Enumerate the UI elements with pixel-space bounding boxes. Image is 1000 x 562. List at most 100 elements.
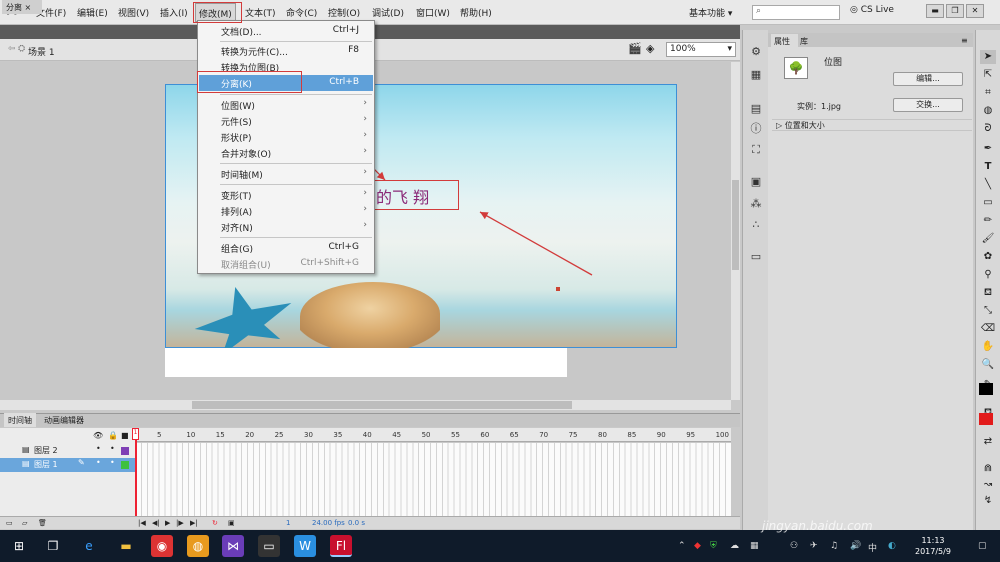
rectangle-tool-icon[interactable]: ▭ (980, 196, 996, 210)
back-arrow-icon[interactable]: ⇦ (8, 44, 16, 54)
subselection-tool-icon[interactable]: ⇱ (980, 68, 996, 82)
tab-motion-editor[interactable]: 动画编辑器 (44, 415, 84, 426)
layer-color-swatch[interactable] (121, 461, 129, 469)
edit-scene-icon[interactable]: 🎬 (628, 42, 642, 55)
pen-tool-icon[interactable]: ✒ (980, 142, 996, 156)
menu-commands[interactable]: 命令(C) (286, 6, 317, 20)
pencil-tool-icon[interactable]: ✏ (980, 214, 996, 228)
go-first-frame-icon[interactable]: |◀ (138, 519, 146, 527)
onion-skin-icon[interactable]: ▣ (228, 519, 235, 527)
help-search-input[interactable]: ⌕ (752, 5, 840, 20)
security-icon[interactable]: ⛨ (710, 541, 717, 551)
swap-button[interactable]: 交换... (893, 98, 963, 112)
info-panel-icon[interactable]: ⓘ (749, 122, 763, 136)
library-panel-icon[interactable]: ▦ (749, 68, 763, 82)
delete-layer-icon[interactable]: 🗑 (38, 519, 47, 527)
scrollbar-thumb[interactable] (192, 401, 572, 409)
notification-icon[interactable]: ▢ (978, 541, 987, 551)
menu-view[interactable]: 视图(V) (118, 6, 149, 20)
menu-debug[interactable]: 调试(D) (372, 6, 404, 20)
flash-taskbar-icon[interactable]: Fl (330, 535, 352, 557)
menu-insert[interactable]: 插入(I) (160, 6, 188, 20)
swap-colors-icon[interactable]: ⇄ (980, 435, 996, 449)
tray-icon-7[interactable]: ♫ (830, 541, 838, 551)
snap-to-objects-icon[interactable]: ⋒ (980, 462, 996, 476)
menu-item-convert-to-symbol[interactable]: 转换为元件(C)... F8 (199, 43, 373, 59)
menu-item-document[interactable]: 文档(D)... Ctrl+J (199, 23, 373, 39)
step-forward-icon[interactable]: |▶ (176, 519, 184, 527)
restore-button[interactable]: ❐ (946, 4, 964, 18)
new-folder-icon[interactable]: ▱ (22, 519, 27, 527)
cs-live-button[interactable]: ◎ CS Live (850, 5, 894, 15)
file-explorer-icon[interactable]: ▬ (115, 535, 137, 557)
visibility-dot[interactable]: • (96, 458, 101, 467)
brush-tool-icon[interactable]: 🖌 (980, 232, 996, 246)
system-clock[interactable]: 11:13 2017/5/9 (915, 535, 951, 557)
menu-item-shape[interactable]: 形状(P) › (199, 129, 373, 145)
zoom-tool-icon[interactable]: 🔍 (980, 358, 996, 372)
volume-icon[interactable]: 🔊 (850, 541, 861, 551)
menu-item-combine-objects[interactable]: 合并对象(O) › (199, 145, 373, 161)
straighten-icon[interactable]: ↯ (980, 494, 996, 508)
bone-tool-icon[interactable]: ⚲ (980, 268, 996, 282)
components-panel-icon[interactable]: ⁂ (749, 197, 763, 211)
wps-icon[interactable]: W (294, 535, 316, 557)
visual-studio-icon[interactable]: ⋈ (222, 535, 244, 557)
menu-control[interactable]: 控制(O) (328, 6, 360, 20)
code-snippets-icon[interactable]: ▣ (749, 175, 763, 189)
chrome-icon[interactable]: ◍ (187, 535, 209, 557)
text-tool-icon[interactable]: T (980, 160, 996, 174)
layer-row[interactable]: ▤ 图层 2 • • (0, 444, 135, 458)
line-tool-icon[interactable]: ╲ (980, 178, 996, 192)
ime-indicator[interactable]: 中 (868, 541, 877, 554)
windows-start-icon[interactable]: ⊞ (8, 535, 30, 557)
document-tab[interactable]: 分离 × (2, 0, 42, 14)
edge-browser-icon[interactable]: e (78, 535, 100, 557)
position-size-section[interactable]: ▷ 位置和大小 (772, 119, 972, 131)
menu-help[interactable]: 帮助(H) (460, 6, 492, 20)
tab-timeline[interactable]: 时间轴 (4, 413, 36, 427)
history-panel-icon[interactable]: ▭ (749, 250, 763, 264)
tray-icon-4[interactable]: ▦ (750, 541, 759, 551)
edit-button[interactable]: 编辑... (893, 72, 963, 86)
selection-tool-icon[interactable]: ➤ (980, 50, 996, 64)
deco-tool-icon[interactable]: ✿ (980, 250, 996, 264)
paint-bucket-tool-icon[interactable]: ⛾ (980, 286, 996, 300)
menu-item-align[interactable]: 对齐(N) › (199, 219, 373, 235)
menu-text[interactable]: 文本(T) (245, 6, 276, 20)
transform-panel-icon[interactable]: ⛶ (749, 143, 763, 157)
tray-app-icon[interactable]: ◆ (694, 541, 701, 551)
minimize-button[interactable]: ▬ (926, 4, 944, 18)
tray-icon-5[interactable]: ⚇ (790, 541, 798, 551)
workspace-switcher[interactable]: 基本功能 ▾ (689, 6, 732, 19)
play-icon[interactable]: ▶ (165, 519, 170, 527)
eraser-tool-icon[interactable]: ⌫ (980, 322, 996, 336)
menu-item-group[interactable]: 组合(G) Ctrl+G (199, 240, 373, 256)
layer-row[interactable]: ▤ 图层 1 ✎ • • (0, 458, 135, 472)
scrollbar-thumb[interactable] (732, 180, 739, 270)
free-transform-tool-icon[interactable]: ⌗ (980, 86, 996, 100)
lock-icon[interactable]: 🔒 (108, 431, 118, 440)
close-button[interactable]: ✕ (966, 4, 984, 18)
close-icon[interactable]: × (25, 3, 32, 12)
align-panel-icon[interactable]: ▤ (749, 102, 763, 116)
layer-color-swatch[interactable] (121, 447, 129, 455)
motion-presets-icon[interactable]: ∴ (749, 218, 763, 232)
text-annotation-box[interactable]: 的飞 翔 (370, 180, 459, 210)
zoom-select[interactable]: 100% ▾ (666, 42, 736, 57)
eyedropper-tool-icon[interactable]: ⤡ (980, 304, 996, 318)
hand-tool-icon[interactable]: ✋ (980, 340, 996, 354)
visibility-dot[interactable]: • (96, 444, 101, 453)
step-back-icon[interactable]: ◀| (152, 519, 160, 527)
loop-icon[interactable]: ↻ (212, 519, 218, 527)
menu-item-transform[interactable]: 变形(T) › (199, 187, 373, 203)
lasso-tool-icon[interactable]: ᘐ (980, 122, 996, 136)
outline-icon[interactable]: ■ (121, 431, 129, 440)
lock-dot[interactable]: • (110, 458, 115, 467)
tray-chevron-icon[interactable]: ⌃ (678, 541, 686, 551)
new-layer-icon[interactable]: ▭ (6, 519, 13, 527)
playhead[interactable] (135, 428, 137, 520)
tray-icon-6[interactable]: ✈ (810, 541, 818, 551)
task-view-icon[interactable]: ❐ (42, 535, 64, 557)
eye-icon[interactable]: 👁 (93, 431, 103, 440)
